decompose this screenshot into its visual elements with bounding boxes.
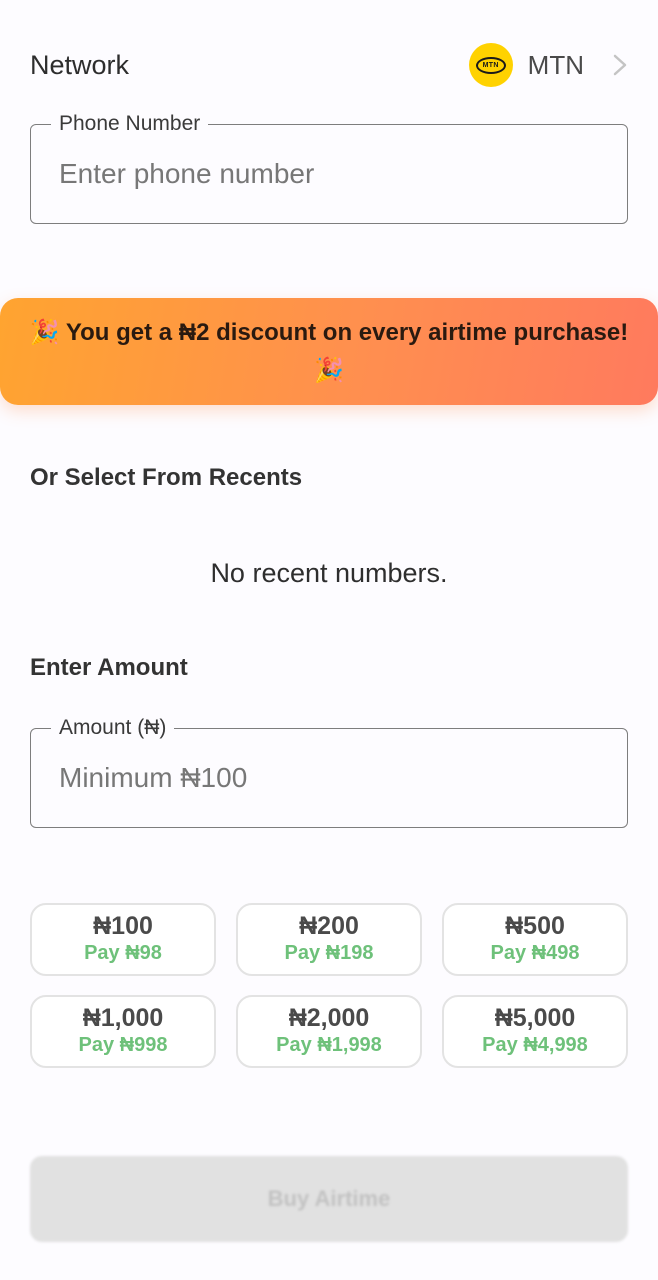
airtime-purchase-screen: Network MTN MTN Phone Number 🎉 You get a… xyxy=(0,0,658,1280)
network-row: Network MTN MTN xyxy=(30,40,628,90)
phone-number-input[interactable] xyxy=(59,125,599,223)
no-recents-message: No recent numbers. xyxy=(210,558,448,588)
chip-amount: ₦200 xyxy=(299,912,359,940)
quick-amount-grid: ₦100 Pay ₦98 ₦200 Pay ₦198 ₦500 Pay ₦498… xyxy=(30,903,628,1068)
phone-number-field: Phone Number xyxy=(30,111,628,224)
amount-field: Amount (₦) xyxy=(30,715,628,828)
chip-pay-amount: Pay ₦98 xyxy=(84,942,162,964)
network-selector[interactable]: MTN MTN xyxy=(468,43,628,87)
network-label: Network xyxy=(30,49,130,80)
chip-amount: ₦5,000 xyxy=(494,1004,576,1032)
chip-pay-amount: Pay ₦998 xyxy=(78,1034,168,1056)
chip-amount: ₦500 xyxy=(505,912,565,940)
chip-pay-amount: Pay ₦1,998 xyxy=(276,1034,382,1056)
amount-input[interactable] xyxy=(59,729,599,827)
party-popper-icon: 🎉 xyxy=(29,318,60,346)
chip-amount: ₦1,000 xyxy=(82,1004,164,1032)
quick-amount-2000[interactable]: ₦2,000 Pay ₦1,998 xyxy=(236,995,422,1068)
enter-amount-title: Enter Amount xyxy=(30,654,188,681)
mtn-logo-icon: MTN xyxy=(468,43,513,87)
chip-pay-amount: Pay ₦498 xyxy=(490,942,580,964)
chevron-right-icon xyxy=(613,54,627,76)
chip-pay-amount: Pay ₦4,998 xyxy=(482,1034,588,1056)
discount-promo-banner: 🎉 You get a ₦2 discount on every airtime… xyxy=(0,298,658,405)
mtn-logo-text: MTN xyxy=(482,61,499,69)
quick-amount-200[interactable]: ₦200 Pay ₦198 xyxy=(236,903,422,976)
chip-amount: ₦2,000 xyxy=(288,1004,370,1032)
quick-amount-500[interactable]: ₦500 Pay ₦498 xyxy=(442,903,628,976)
quick-amount-100[interactable]: ₦100 Pay ₦98 xyxy=(30,903,216,976)
quick-amount-1000[interactable]: ₦1,000 Pay ₦998 xyxy=(30,995,216,1068)
buy-airtime-button[interactable]: Buy Airtime xyxy=(30,1156,628,1242)
party-popper-icon: 🎉 xyxy=(314,356,344,384)
chip-pay-amount: Pay ₦198 xyxy=(284,942,374,964)
recents-title: Or Select From Recents xyxy=(30,464,303,491)
chip-amount: ₦100 xyxy=(93,912,153,940)
promo-text: You get a ₦2 discount on every airtime p… xyxy=(65,318,629,346)
quick-amount-5000[interactable]: ₦5,000 Pay ₦4,998 xyxy=(442,995,628,1068)
selected-network-name: MTN xyxy=(527,49,584,80)
